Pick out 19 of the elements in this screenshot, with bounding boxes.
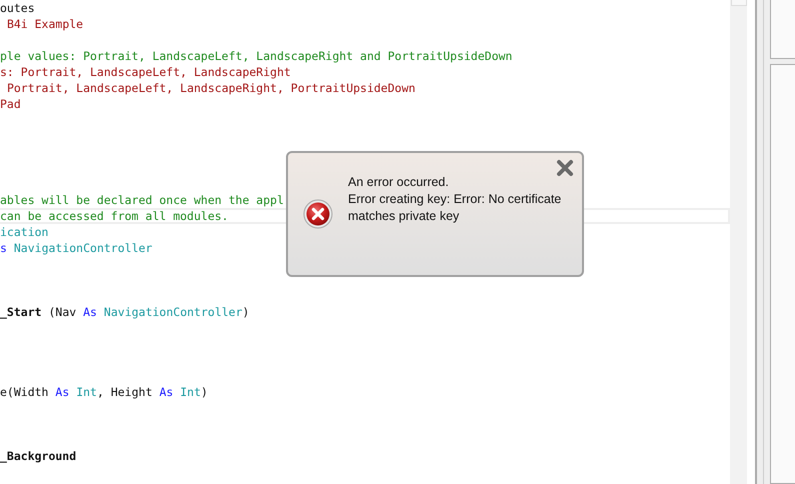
code-line: ication — [0, 225, 48, 239]
scrollbar-thumb[interactable] — [731, 0, 747, 6]
code-line: s: Portrait, LandscapeLeft, LandscapeRight — [0, 65, 291, 79]
code-line: e(Width As Int, Height As Int) — [0, 385, 208, 399]
code-line: ables will be declared once when the appl — [0, 193, 284, 207]
code-line: Pad — [0, 97, 21, 111]
error-message: Error creating key: Error: No certificate matches private key — [348, 191, 562, 225]
error-icon — [303, 199, 333, 229]
code-line: can be accessed from all modules. — [0, 209, 228, 223]
error-heading: An error occurred. — [348, 174, 450, 191]
code-line: s NavigationController — [0, 241, 152, 255]
code-line: _Start (Nav As NavigationController) — [0, 305, 250, 319]
code-line: Portrait, LandscapeLeft, LandscapeRight, PortraitUpsideDown — [6, 81, 416, 95]
close-icon[interactable] — [556, 159, 574, 177]
code-line: ple values: Portrait, LandscapeLeft, LandscapeRight and PortraitUpsideDown — [0, 49, 512, 63]
code-line: _Background — [0, 449, 76, 463]
code-line: outes — [0, 1, 35, 15]
scrollbar[interactable] — [730, 0, 747, 484]
code-line: B4i Example — [6, 17, 84, 31]
